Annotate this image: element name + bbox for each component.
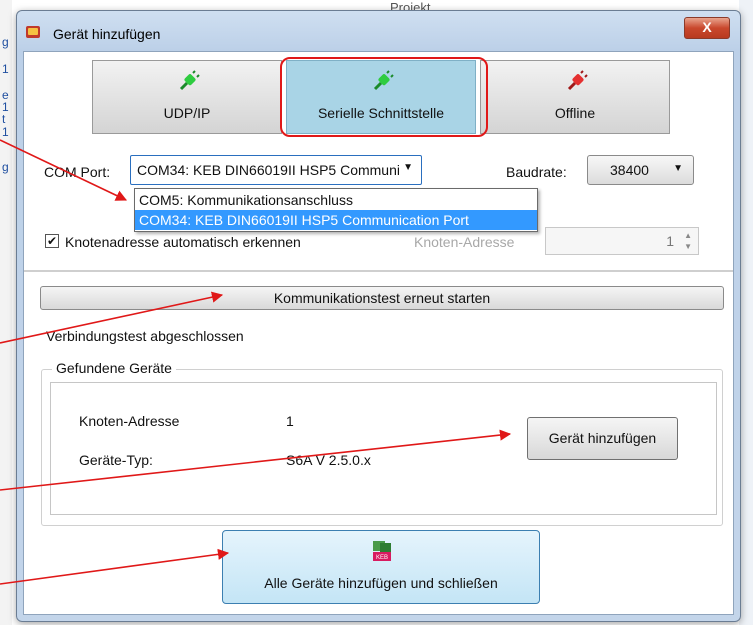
baudrate-select[interactable]: 38400 ▼ (587, 155, 694, 185)
com-port-select[interactable]: COM34: KEB DIN66019II HSP5 Communication… (130, 155, 422, 185)
add-all-devices-label: Alle Geräte hinzufügen und schließen (264, 575, 498, 591)
mode-udp-ip-button[interactable]: UDP/IP (92, 60, 282, 134)
add-all-devices-button[interactable]: KEB Alle Geräte hinzufügen und schließen (222, 530, 540, 604)
spinner-arrows-icon[interactable]: ▲ ▼ (684, 230, 692, 252)
com-port-option[interactable]: COM34: KEB DIN66019II HSP5 Communication… (135, 210, 537, 230)
plug-red-icon (567, 70, 588, 91)
add-device-dialog: Gerät hinzufügen X UDP/IP Serielle Schni… (16, 10, 741, 622)
keb-device-icon: KEB (373, 541, 391, 561)
mode-label: UDP/IP (163, 105, 211, 121)
dialog-content: UDP/IP Serielle Schnittstelle Offline CO… (23, 51, 734, 615)
background-text: 1 (2, 125, 9, 139)
background-text: t (2, 112, 6, 126)
found-devices-title: Gefundene Geräte (52, 360, 176, 376)
node-address-key: Knoten-Adresse (79, 413, 180, 429)
com-port-label: COM Port: (44, 164, 111, 180)
title-bar[interactable]: Gerät hinzufügen X (17, 11, 740, 51)
background-text: g (2, 160, 9, 174)
node-address-stepper[interactable]: 1 ▲ ▼ (545, 227, 699, 255)
plug-green-icon (179, 70, 200, 91)
mode-label: Serielle Schnittstelle (317, 105, 445, 121)
chevron-down-icon: ▼ (403, 162, 413, 173)
background-text: 1 (2, 62, 9, 76)
device-type-value: S6A V 2.5.0.x (286, 452, 371, 468)
node-address-value: 1 (666, 233, 674, 249)
app-icon (26, 26, 40, 38)
device-type-key: Geräte-Typ: (79, 452, 153, 468)
close-button[interactable]: X (684, 17, 730, 39)
plug-green-icon (373, 70, 394, 91)
connection-status: Verbindungstest abgeschlossen (46, 328, 244, 344)
background-window-edge (739, 0, 753, 625)
node-address-label: Knoten-Adresse (414, 234, 515, 250)
chevron-down-icon: ▼ (673, 163, 683, 174)
restart-test-button[interactable]: Kommunikationstest erneut starten (40, 286, 724, 310)
node-address-value: 1 (286, 413, 294, 429)
mode-serial-button[interactable]: Serielle Schnittstelle (286, 60, 476, 134)
mode-label: Offline (554, 105, 596, 121)
baudrate-label: Baudrate: (506, 164, 567, 180)
divider (24, 270, 733, 272)
dialog-title: Gerät hinzufügen (53, 26, 161, 42)
background-text: g (2, 35, 9, 49)
com-port-dropdown-list: COM5: Kommunikationsanschluss COM34: KEB… (134, 188, 538, 232)
com-port-value: COM34: KEB DIN66019II HSP5 Communication… (137, 162, 399, 178)
com-port-option[interactable]: COM5: Kommunikationsanschluss (135, 190, 537, 210)
auto-detect-label[interactable]: Knotenadresse automatisch erkennen (65, 234, 301, 250)
mode-offline-button[interactable]: Offline (480, 60, 670, 134)
auto-detect-checkbox[interactable]: ✔ (45, 234, 59, 248)
keb-logo-text: KEB (376, 555, 388, 561)
baudrate-value: 38400 (610, 162, 649, 178)
add-device-button[interactable]: Gerät hinzufügen (527, 417, 678, 460)
